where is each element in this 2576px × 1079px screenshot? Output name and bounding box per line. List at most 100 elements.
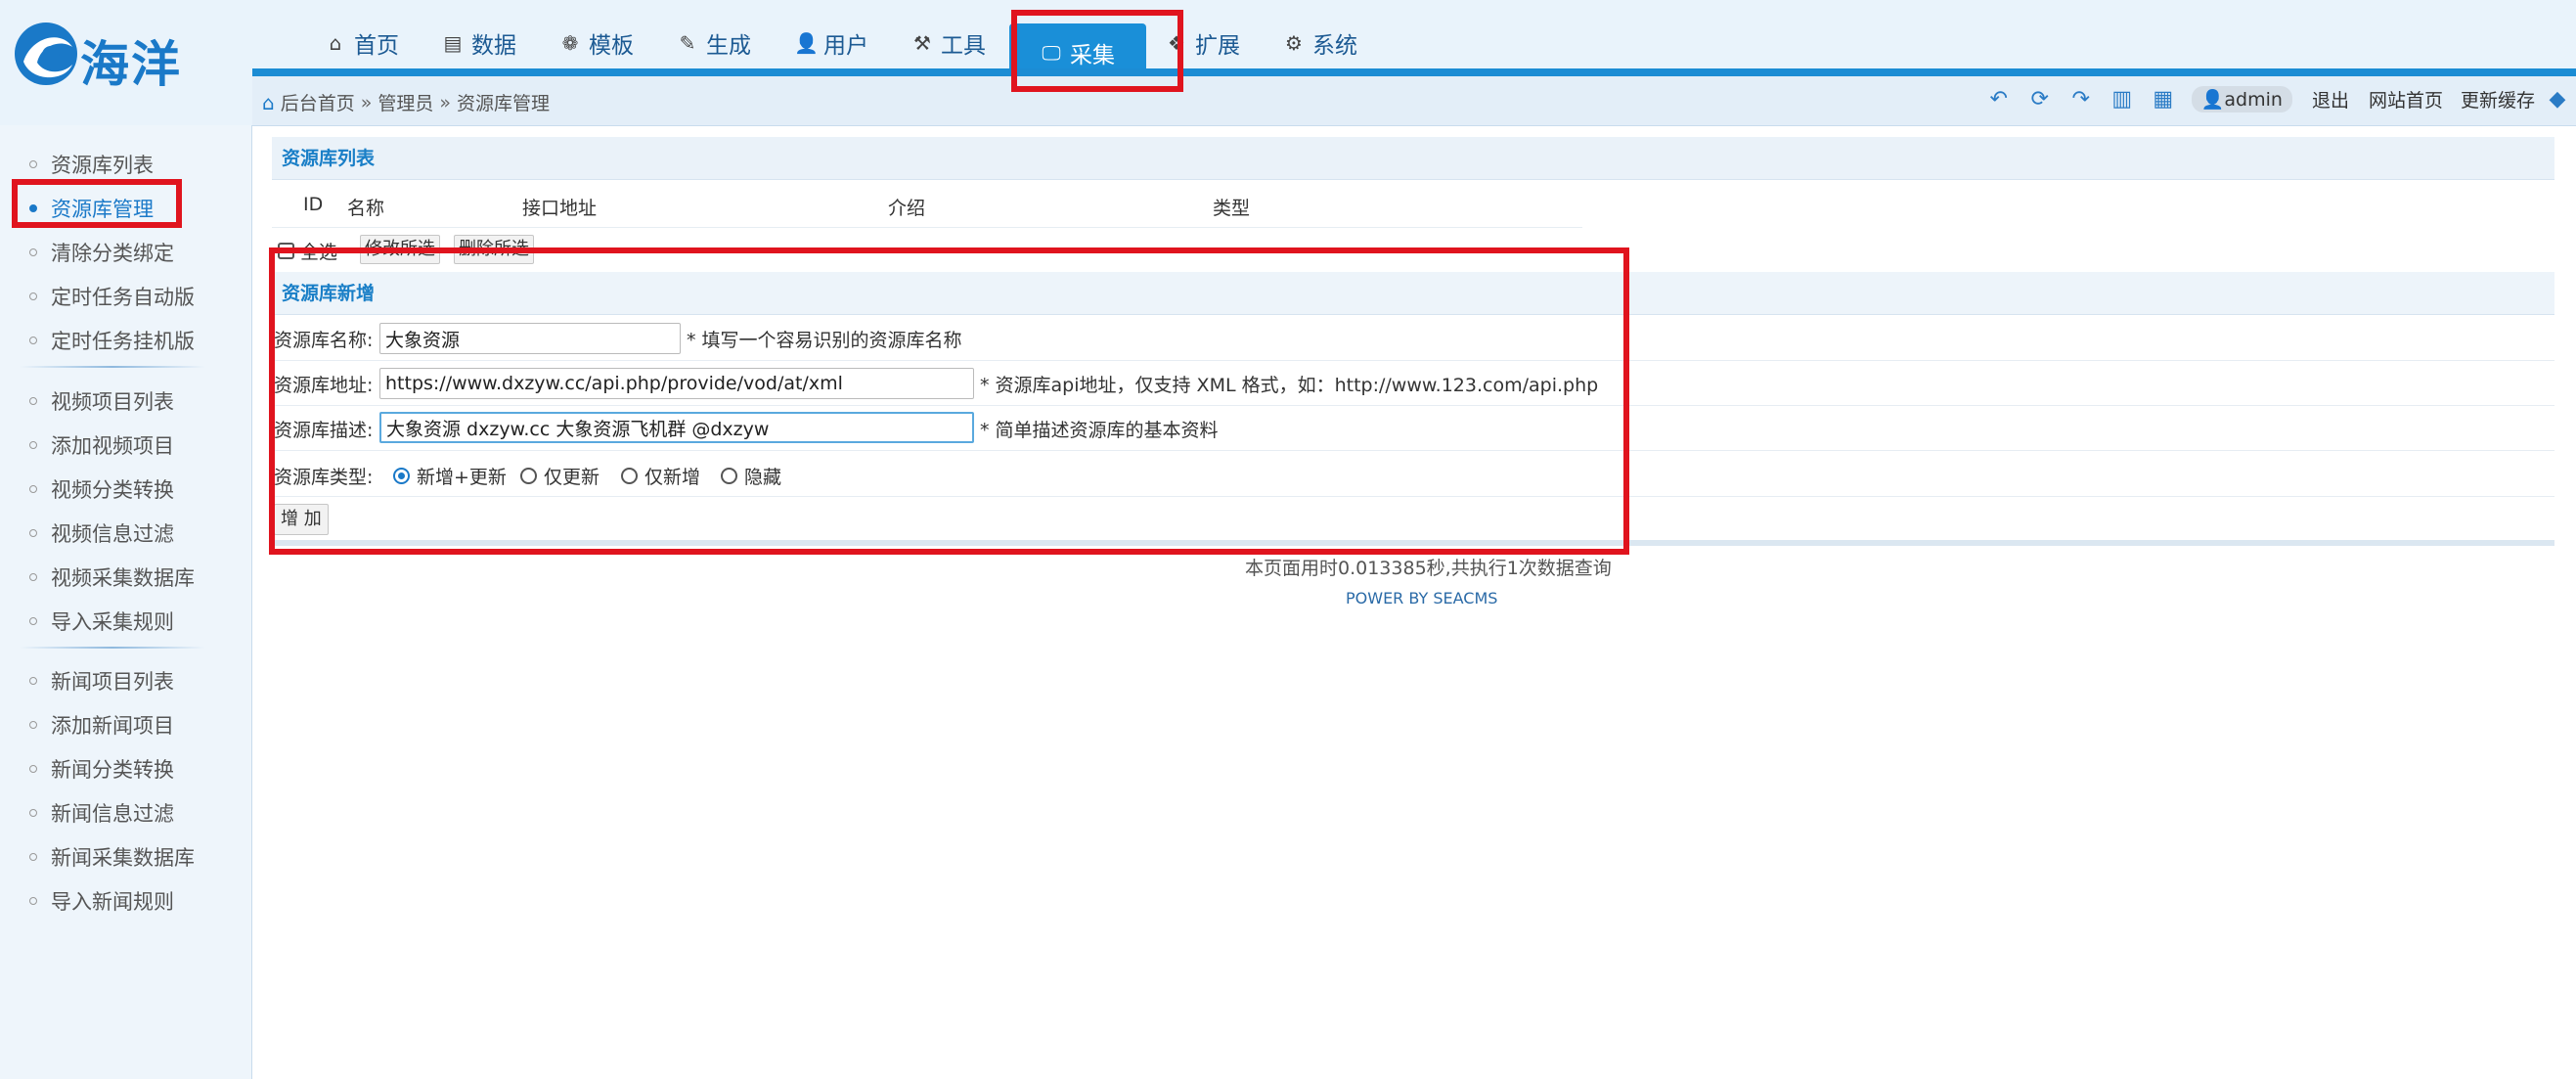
select-all-checkbox[interactable]	[278, 243, 294, 259]
resource-desc-input[interactable]	[379, 412, 974, 443]
bullet-icon	[29, 292, 37, 300]
select-all[interactable]: 全选	[278, 238, 337, 264]
sidebar-item-cron-hang[interactable]: 定时任务挂机版	[29, 326, 195, 355]
nav-system[interactable]: ⚙ 系统	[1264, 14, 1381, 72]
type-radio-add-only[interactable]: 仅新增	[621, 463, 700, 489]
user-badge[interactable]: 👤admin	[2191, 86, 2292, 112]
resource-url-input[interactable]	[379, 368, 974, 399]
update-cache-link[interactable]: 更新缓存	[2461, 86, 2535, 112]
bullet-icon	[29, 677, 37, 685]
col-id: ID	[303, 194, 324, 215]
sidebar-item-import-rules[interactable]: 导入采集规则	[29, 607, 174, 636]
top-header: 海洋 ⌂ 首页 ▤ 数据 ❁ 模板 ✎ 生成 👤 用户 ⚒ 工具 🖵 采集 ❖ 扩展 ⚙ 系统 ⌂…	[0, 0, 2576, 126]
bullet-icon	[29, 248, 37, 256]
bullet-icon	[29, 853, 37, 861]
home-icon: ⌂	[262, 90, 275, 114]
bullet-icon	[29, 485, 37, 493]
sidebar-item-resource-list[interactable]: 资源库列表	[29, 150, 154, 179]
sidebar-item-add-news[interactable]: 添加新闻项目	[29, 710, 174, 740]
back-icon[interactable]: ↶	[1986, 87, 2012, 112]
footer-power-by[interactable]: POWER BY SEACMS	[1346, 589, 1497, 607]
bullet-icon	[29, 441, 37, 449]
bullet-icon	[29, 573, 37, 581]
bullet-icon	[29, 160, 37, 168]
type-radio-add-update[interactable]: 新增+更新	[393, 463, 507, 489]
sidebar-item-video-category[interactable]: 视频分类转换	[29, 474, 174, 504]
add-submit-button[interactable]: 增 加	[274, 504, 329, 535]
sidebar-item-resource-manage[interactable]: 资源库管理	[29, 194, 154, 223]
breadcrumb: ⌂ 后台首页 » 管理员 » 资源库管理	[262, 89, 550, 115]
breadcrumb-admin[interactable]: 管理员	[378, 89, 433, 115]
sidebar-item-news-category[interactable]: 新闻分类转换	[29, 754, 174, 784]
row-divider	[272, 405, 2554, 406]
nav-data[interactable]: ▤ 数据	[422, 14, 540, 72]
puzzle-icon: ❖	[1168, 31, 1185, 55]
nav-underline-bar	[252, 68, 2576, 76]
refresh-icon[interactable]: ⟳	[2027, 87, 2053, 112]
bullet-icon	[29, 529, 37, 537]
top-nav: ⌂ 首页 ▤ 数据 ❁ 模板 ✎ 生成 👤 用户 ⚒ 工具 🖵 采集 ❖ 扩展 ⚙ 系统	[305, 14, 1381, 82]
type-radio-update-only[interactable]: 仅更新	[520, 463, 600, 489]
sidebar-item-cron-auto[interactable]: 定时任务自动版	[29, 282, 195, 311]
nav-template[interactable]: ❁ 模板	[540, 14, 657, 72]
breadcrumb-separator: »	[360, 91, 373, 113]
url-hint: * 资源库api地址，仅支持 XML 格式，如：http://www.123.c…	[980, 375, 1599, 396]
bullet-icon	[29, 897, 37, 905]
sidebar-item-video-db[interactable]: 视频采集数据库	[29, 562, 195, 592]
bullet-icon	[29, 809, 37, 817]
type-radio-hidden[interactable]: 隐藏	[721, 463, 781, 489]
sidebar-divider	[20, 647, 205, 649]
nav-home[interactable]: ⌂ 首页	[305, 14, 422, 72]
bullet-icon	[29, 337, 37, 344]
monitor-icon: 🖵	[1042, 41, 1061, 65]
sidebar-item-import-news-rules[interactable]: 导入新闻规则	[29, 886, 174, 916]
row-divider	[272, 450, 2554, 451]
nav-extend[interactable]: ❖ 扩展	[1146, 14, 1264, 72]
logout-link[interactable]: 退出	[2312, 86, 2349, 112]
breadcrumb-home[interactable]: 后台首页	[281, 89, 355, 115]
sidebar-item-add-video[interactable]: 添加视频项目	[29, 430, 174, 460]
nav-tools[interactable]: ⚒ 工具	[892, 14, 1009, 72]
home-icon: ⌂	[329, 31, 342, 55]
forward-icon[interactable]: ↷	[2068, 87, 2094, 112]
gear-icon: ⚙	[1285, 31, 1303, 55]
nav-user[interactable]: 👤 用户	[775, 14, 892, 72]
database-icon: ▤	[443, 31, 463, 55]
sidebar-item-video-filter[interactable]: 视频信息过滤	[29, 518, 174, 548]
radio-icon	[621, 468, 638, 484]
sidebar-item-news-projects[interactable]: 新闻项目列表	[29, 666, 174, 696]
site-home-link[interactable]: 网站首页	[2369, 86, 2443, 112]
modify-selected-button[interactable]: 修改所选	[360, 235, 440, 264]
layout-icon[interactable]: ▦	[2151, 87, 2176, 112]
book-icon[interactable]: ▥	[2110, 87, 2135, 112]
breadcrumb-separator: »	[439, 91, 451, 113]
edit-icon: ✎	[679, 31, 696, 55]
toggle-arrows-icon[interactable]: ◆	[2545, 87, 2570, 112]
footer-divider	[272, 540, 2554, 546]
user-icon: 👤	[2200, 89, 2225, 111]
user-icon: 👤	[794, 31, 819, 55]
footer-query-time: 本页面用时0.013385秒,共执行1次数据查询	[1245, 558, 1612, 579]
header-tools: ↶ ⟳ ↷ ▥ ▦ 👤admin 退出 网站首页 更新缓存 ◆	[1986, 86, 2570, 112]
bullet-icon	[29, 204, 37, 212]
sidebar-item-news-filter[interactable]: 新闻信息过滤	[29, 798, 174, 828]
breadcrumb-bar: ⌂ 后台首页 » 管理员 » 资源库管理 ↶ ⟳ ↷ ▥ ▦ 👤admin 退出…	[252, 76, 2576, 126]
sidebar-item-video-projects[interactable]: 视频项目列表	[29, 386, 174, 416]
resource-name-input[interactable]	[379, 323, 681, 354]
radio-icon	[393, 468, 410, 484]
sidebar-item-news-db[interactable]: 新闻采集数据库	[29, 842, 195, 872]
logo-text: 海洋	[80, 36, 182, 93]
sidebar-item-clear-binding[interactable]: 清除分类绑定	[29, 238, 174, 267]
resource-list-title: 资源库列表	[272, 137, 2554, 180]
delete-selected-button[interactable]: 删除所选	[454, 235, 534, 264]
nav-generate[interactable]: ✎ 生成	[657, 14, 775, 72]
sidebar-divider	[20, 366, 205, 368]
row-divider	[272, 496, 2554, 497]
resource-add-title: 资源库新增	[272, 272, 2554, 315]
col-type: 类型	[1213, 198, 1251, 219]
palette-icon: ❁	[561, 31, 579, 55]
row-divider	[272, 227, 1582, 228]
radio-icon	[520, 468, 537, 484]
breadcrumb-current: 资源库管理	[456, 93, 550, 114]
bullet-icon	[29, 721, 37, 729]
